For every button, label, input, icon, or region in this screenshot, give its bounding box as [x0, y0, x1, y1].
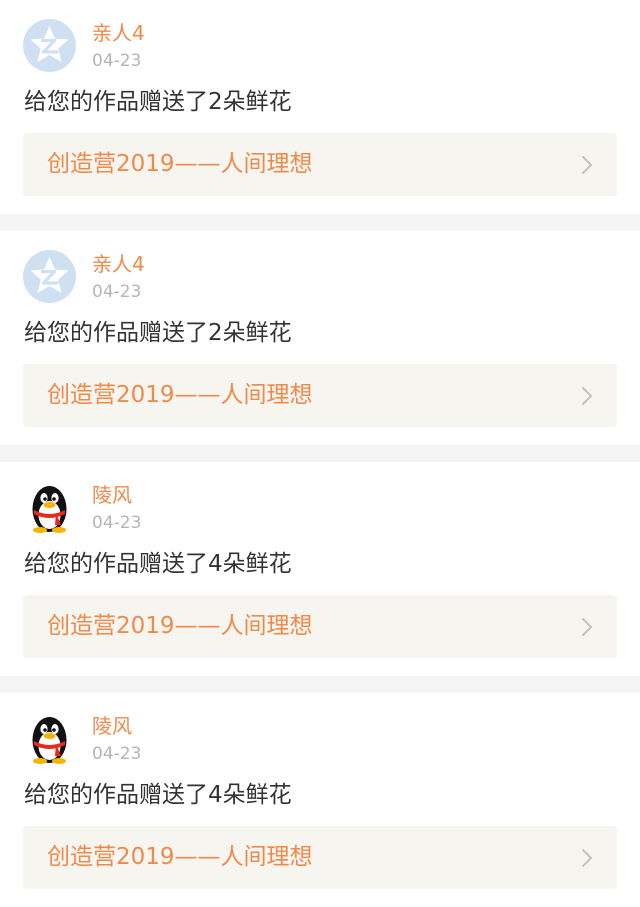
gift-message: 给您的作品赠送了2朵鲜花: [24, 89, 292, 115]
gift-date: 04-23: [92, 744, 142, 764]
qzone-star-icon: [23, 250, 76, 303]
work-title: 创造营2019——人间理想: [47, 613, 313, 639]
avatar[interactable]: [23, 19, 76, 72]
avatar[interactable]: [23, 250, 76, 303]
gift-date: 04-23: [92, 51, 142, 71]
sender-name[interactable]: 亲人4: [92, 251, 145, 277]
item-separator: [0, 214, 640, 231]
sender-name[interactable]: 亲人4: [92, 20, 145, 46]
work-link-card[interactable]: 创造营2019——人间理想: [23, 133, 617, 196]
chevron-right-icon: [582, 387, 592, 405]
avatar[interactable]: [23, 712, 76, 765]
feed-item: 亲人4 04-23 给您的作品赠送了2朵鲜花 创造营2019——人间理想: [0, 0, 640, 214]
sender-name[interactable]: 陵风: [92, 713, 132, 739]
gift-message: 给您的作品赠送了4朵鲜花: [24, 551, 292, 577]
gift-message: 给您的作品赠送了4朵鲜花: [24, 782, 292, 808]
chevron-right-icon: [582, 156, 592, 174]
item-separator: [0, 445, 640, 462]
feed-item: 亲人4 04-23 给您的作品赠送了2朵鲜花 创造营2019——人间理想: [0, 231, 640, 445]
gift-date: 04-23: [92, 513, 142, 533]
chevron-right-icon: [582, 618, 592, 636]
gift-message: 给您的作品赠送了2朵鲜花: [24, 320, 292, 346]
work-link-card[interactable]: 创造营2019——人间理想: [23, 364, 617, 427]
chevron-right-icon: [582, 849, 592, 867]
avatar[interactable]: [23, 481, 76, 534]
work-link-card[interactable]: 创造营2019——人间理想: [23, 826, 617, 889]
work-title: 创造营2019——人间理想: [47, 844, 313, 870]
qq-penguin-icon: [32, 486, 67, 533]
gift-date: 04-23: [92, 282, 142, 302]
feed-item: 陵风 04-23 给您的作品赠送了4朵鲜花 创造营2019——人间理想: [0, 693, 640, 907]
item-separator: [0, 676, 640, 693]
work-title: 创造营2019——人间理想: [47, 151, 313, 177]
qq-penguin-icon: [32, 717, 67, 764]
work-link-card[interactable]: 创造营2019——人间理想: [23, 595, 617, 658]
work-title: 创造营2019——人间理想: [47, 382, 313, 408]
qzone-star-icon: [23, 19, 76, 72]
feed-item: 陵风 04-23 给您的作品赠送了4朵鲜花 创造营2019——人间理想: [0, 462, 640, 676]
gift-feed: 亲人4 04-23 给您的作品赠送了2朵鲜花 创造营2019——人间理想 亲人4…: [0, 0, 640, 907]
sender-name[interactable]: 陵风: [92, 482, 132, 508]
